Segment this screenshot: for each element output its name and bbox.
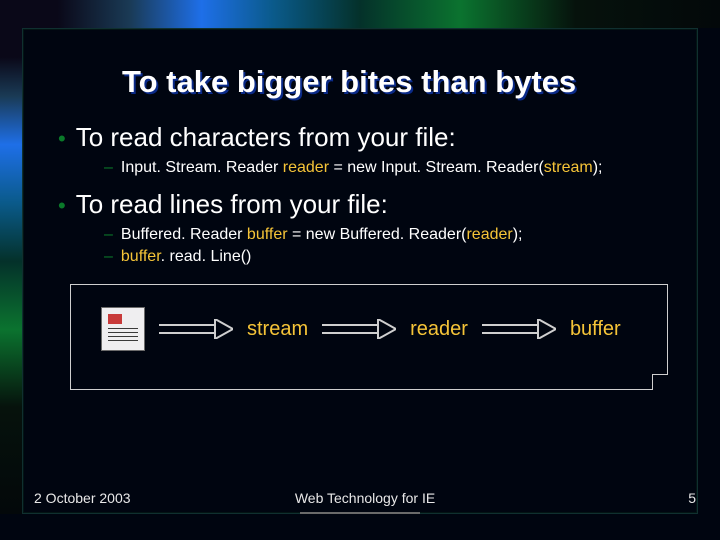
- code-line: Buffered. Reader buffer = new Buffered. …: [121, 226, 523, 244]
- flow-label: buffer: [570, 318, 621, 341]
- footer-date: 2 October 2003: [34, 490, 131, 506]
- flow-label: reader: [410, 318, 468, 341]
- dash-icon: –: [104, 226, 113, 244]
- bullet-item: • To read lines from your file: – Buffer…: [46, 189, 680, 266]
- dash-icon: –: [104, 248, 113, 266]
- bullet-text: To read lines from your file:: [76, 189, 388, 220]
- slide-title: To take bigger bites than bytes: [122, 64, 680, 100]
- accent-bar-left: [0, 28, 22, 514]
- bullet-item: • To read characters from your file: – I…: [46, 122, 680, 177]
- sub-bullet-item: – buffer. read. Line(): [104, 248, 680, 266]
- flow-row: stream reader buffer: [101, 307, 647, 351]
- flow-label: stream: [247, 318, 308, 341]
- bullet-text: To read characters from your file:: [76, 122, 456, 153]
- footer-underline: [300, 512, 420, 514]
- code-line: Input. Stream. Reader reader = new Input…: [121, 159, 603, 177]
- accent-bar-top: [0, 0, 720, 28]
- bullet-dot-icon: •: [58, 128, 66, 150]
- thumbnail-icon: [101, 307, 145, 351]
- code-line: buffer. read. Line(): [121, 248, 251, 266]
- footer-course: Web Technology for IE: [34, 490, 696, 506]
- arrow-right-icon: [322, 319, 396, 339]
- arrow-right-icon: [482, 319, 556, 339]
- sub-bullet-list: – Buffered. Reader buffer = new Buffered…: [46, 226, 680, 266]
- flow-diagram: stream reader buffer: [70, 284, 668, 390]
- dog-ear-icon: [652, 374, 668, 390]
- bullet-list: • To read characters from your file: – I…: [46, 122, 680, 266]
- dash-icon: –: [104, 159, 113, 177]
- slide-footer: 2 October 2003 Web Technology for IE 5: [34, 490, 696, 506]
- slide-content: To take bigger bites than bytes • To rea…: [46, 46, 680, 500]
- sub-bullet-item: – Input. Stream. Reader reader = new Inp…: [104, 159, 680, 177]
- sub-bullet-list: – Input. Stream. Reader reader = new Inp…: [46, 159, 680, 177]
- bullet-dot-icon: •: [58, 195, 66, 217]
- arrow-right-icon: [159, 319, 233, 339]
- sub-bullet-item: – Buffered. Reader buffer = new Buffered…: [104, 226, 680, 244]
- footer-page: 5: [688, 490, 696, 506]
